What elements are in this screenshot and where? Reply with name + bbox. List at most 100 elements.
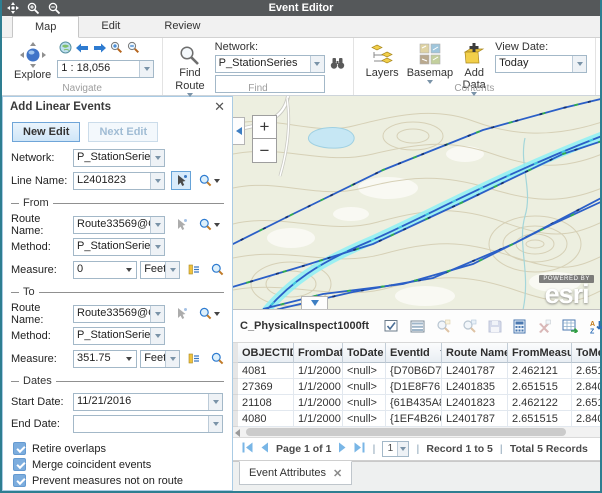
calculator-icon[interactable] xyxy=(513,319,526,334)
column-header[interactable]: FromMeasure xyxy=(508,343,572,363)
map-zoom-out-button[interactable]: − xyxy=(252,139,277,163)
delete-selected-icon[interactable] xyxy=(537,319,551,333)
line-name-combo[interactable]: L2401823 xyxy=(73,172,165,190)
new-edit-button[interactable]: New Edit xyxy=(12,122,80,142)
table-row[interactable]: 273691/1/2000 <null>{D1E8F76D-F L2401835… xyxy=(233,379,600,395)
scroll-left-icon[interactable] xyxy=(235,429,240,437)
panel-close-icon[interactable]: ✕ xyxy=(214,102,225,112)
ribbon-zoom-out-icon[interactable] xyxy=(127,41,140,57)
full-extent-icon[interactable] xyxy=(59,41,72,57)
network-dropdown-button[interactable] xyxy=(150,150,164,166)
view-date-combo[interactable]: Today xyxy=(495,55,587,73)
next-page-button[interactable] xyxy=(338,442,347,456)
to-route-dropdown-button[interactable] xyxy=(150,306,164,322)
start-date-combo[interactable]: 11/21/2016 xyxy=(73,393,223,411)
to-unit-dropdown-button[interactable] xyxy=(165,351,179,367)
scrollbar-thumb[interactable] xyxy=(246,428,566,436)
start-date-dropdown-button[interactable] xyxy=(208,394,222,410)
view-date-dropdown-button[interactable] xyxy=(572,56,586,72)
from-measure-locate-icon[interactable] xyxy=(186,260,203,279)
table-row[interactable]: 211081/1/2000 <null>{61B435A8-32 L240182… xyxy=(233,395,600,411)
collapse-panel-button[interactable] xyxy=(233,117,245,145)
table-row[interactable]: 40811/1/2000 <null>{D70B6D72-3 L24017872… xyxy=(233,363,600,379)
attribute-table-panel: C_PhysicalInspect1000ft AZ xyxy=(233,310,600,491)
tab-edit[interactable]: Edit xyxy=(79,16,142,37)
select-to-route-on-map-icon[interactable] xyxy=(171,304,191,323)
sort-icon[interactable]: AZ xyxy=(589,319,602,334)
from-unit-dropdown-button[interactable] xyxy=(165,262,179,278)
from-unit-combo[interactable]: Feet xyxy=(140,261,180,279)
zoom-to-line-icon[interactable] xyxy=(199,174,220,187)
zoom-to-from-route-icon[interactable] xyxy=(199,218,220,231)
map-scale-combo[interactable]: 1 : 18,056 xyxy=(57,60,154,78)
chevron-down-icon xyxy=(155,179,161,183)
from-method-dropdown-button[interactable] xyxy=(150,239,164,255)
end-date-dropdown-button[interactable] xyxy=(208,416,222,432)
table-row[interactable]: 40801/1/2000 <null>{1EF4B260-F0 L2401787… xyxy=(233,411,600,427)
save-icon[interactable] xyxy=(488,319,502,333)
column-header[interactable]: EventId xyxy=(386,343,442,363)
tab-event-attributes[interactable]: Event Attributes ✕ xyxy=(239,461,352,485)
to-measure-locate-icon[interactable] xyxy=(186,349,203,368)
collapse-table-button[interactable] xyxy=(301,296,328,309)
network-combo[interactable]: P_StationSeries xyxy=(73,149,165,167)
from-route-dropdown-button[interactable] xyxy=(150,217,164,233)
tab-review[interactable]: Review xyxy=(142,16,222,37)
binoculars-icon[interactable] xyxy=(330,57,345,72)
select-from-route-on-map-icon[interactable] xyxy=(171,215,191,234)
to-route-name-combo[interactable]: Route33569@Cent xyxy=(73,305,165,323)
map-zoom-in-button[interactable]: + xyxy=(252,115,277,139)
to-unit-combo[interactable]: Feet xyxy=(140,350,180,368)
attribute-table: OBJECTID FromDate ToDate EventId Route N… xyxy=(233,343,600,427)
map-scale-dropdown-button[interactable] xyxy=(139,61,153,77)
add-records-icon[interactable] xyxy=(562,319,578,333)
from-method-combo[interactable]: P_StationSeries xyxy=(73,238,165,256)
prevent-measures-checkbox[interactable] xyxy=(13,474,26,487)
column-header[interactable]: Route Name xyxy=(442,343,508,363)
find-network-dropdown-button[interactable] xyxy=(310,56,324,72)
from-measure-dropdown-button[interactable] xyxy=(122,262,136,278)
to-measure-combo[interactable]: 351.75 xyxy=(73,350,137,368)
last-page-button[interactable] xyxy=(354,442,365,456)
column-header[interactable]: ToMeasure xyxy=(572,343,600,363)
next-edit-button[interactable]: Next Edit xyxy=(88,122,158,142)
layers-button[interactable]: Layers xyxy=(362,41,403,80)
zoom-to-to-measure-icon[interactable] xyxy=(211,352,224,365)
zoom-to-selected-icon[interactable] xyxy=(436,319,451,333)
end-date-combo[interactable] xyxy=(73,415,223,433)
to-measure-dropdown-button[interactable] xyxy=(122,351,136,367)
zoom-in-icon[interactable] xyxy=(27,2,40,15)
map-view[interactable]: + − POWERED BY esri xyxy=(233,96,600,310)
to-method-dropdown-button[interactable] xyxy=(150,328,164,344)
from-route-name-combo[interactable]: Route33569@Cent xyxy=(73,216,165,234)
retire-overlaps-checkbox[interactable] xyxy=(13,442,26,455)
basemap-button[interactable]: Basemap xyxy=(403,41,457,85)
horizontal-scrollbar[interactable] xyxy=(233,427,600,438)
line-name-label: Line Name: xyxy=(11,175,73,187)
pan-to-selected-icon[interactable] xyxy=(462,319,477,333)
column-header[interactable]: FromDate xyxy=(294,343,343,363)
line-name-dropdown-button[interactable] xyxy=(150,173,164,189)
tab-map[interactable]: Map xyxy=(12,16,79,38)
prev-page-button[interactable] xyxy=(260,442,269,456)
column-header[interactable]: OBJECTID xyxy=(238,343,294,363)
selection-filter-icon[interactable] xyxy=(384,319,399,333)
merge-coincident-events-checkbox[interactable] xyxy=(13,458,26,471)
ribbon-zoom-in-icon[interactable] xyxy=(110,41,123,57)
next-extent-icon[interactable] xyxy=(93,43,106,56)
from-measure-combo[interactable]: 0 xyxy=(73,261,137,279)
close-tab-icon[interactable]: ✕ xyxy=(333,467,342,480)
to-method-combo[interactable]: P_StationSeries xyxy=(73,327,165,345)
column-header[interactable]: ToDate xyxy=(343,343,386,363)
select-line-on-map-icon[interactable] xyxy=(171,171,191,190)
previous-extent-icon[interactable] xyxy=(76,43,89,56)
pan-icon[interactable] xyxy=(7,2,19,14)
first-page-button[interactable] xyxy=(242,442,253,456)
zoom-to-from-measure-icon[interactable] xyxy=(211,263,224,276)
explore-button[interactable]: Explore xyxy=(10,41,55,82)
zoom-to-to-route-icon[interactable] xyxy=(199,307,220,320)
find-network-combo[interactable]: P_StationSeries xyxy=(215,55,325,73)
show-all-records-icon[interactable] xyxy=(410,320,425,333)
page-select[interactable]: 1 xyxy=(382,441,409,457)
zoom-out-icon[interactable] xyxy=(48,2,61,15)
